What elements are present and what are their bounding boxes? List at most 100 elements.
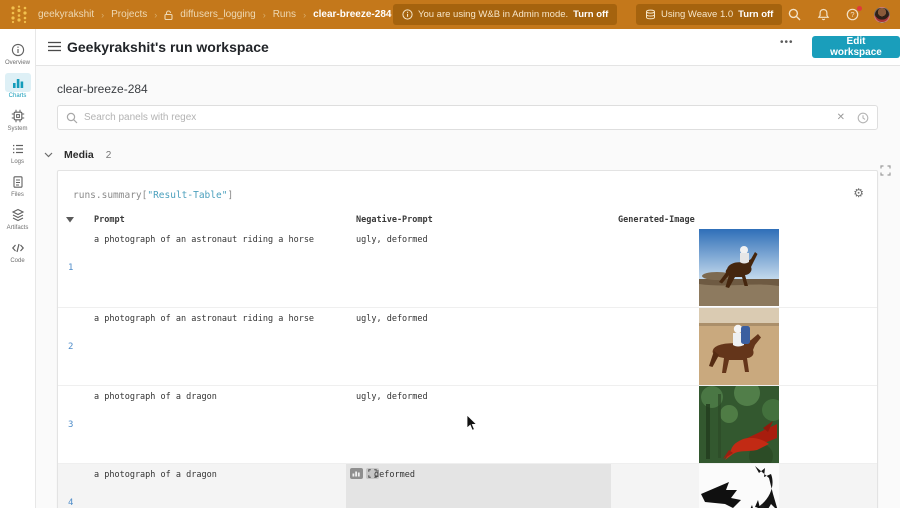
help-icon[interactable]: ?: [845, 8, 859, 22]
run-name-label: clear-breeze-284: [57, 82, 148, 96]
cpu-chip-icon: [5, 106, 31, 125]
lock-icon: [164, 10, 173, 20]
sidebar-item-logs[interactable]: Logs: [0, 139, 35, 172]
admin-turn-off-button[interactable]: Turn off: [573, 9, 608, 20]
edit-workspace-button[interactable]: Edit workspace: [812, 36, 900, 58]
breadcrumb-runs[interactable]: Runs: [273, 9, 296, 20]
negative-prompt-cell: ugly, deformed: [356, 314, 428, 324]
row-index: 2: [68, 342, 73, 352]
column-header-generated-image[interactable]: Generated-Image: [618, 215, 695, 225]
panel-title-suffix: ]: [227, 190, 233, 201]
column-header-negative-prompt[interactable]: Negative-Prompt: [356, 215, 433, 225]
sidebar-item-label: Overview: [5, 60, 30, 66]
user-avatar[interactable]: [874, 7, 890, 23]
table-row[interactable]: 2 a photograph of an astronaut riding a …: [58, 307, 877, 385]
menu-icon[interactable]: [48, 41, 61, 52]
sidebar-item-system[interactable]: System: [0, 106, 35, 139]
clear-search-icon[interactable]: ✕: [837, 112, 845, 123]
bar-chart-icon: [5, 73, 31, 92]
breadcrumb-project[interactable]: diffusers_logging: [180, 9, 255, 20]
negative-prompt-cell: ugly, deformed: [356, 392, 428, 402]
svg-text:?: ?: [850, 10, 854, 19]
page-title: Geekyrakshit's run workspace: [67, 39, 269, 55]
wandb-logo-icon[interactable]: [9, 5, 29, 24]
admin-mode-text: You are using W&B in Admin mode.: [418, 9, 568, 20]
media-section-count: 2: [106, 150, 112, 161]
history-clock-icon[interactable]: [857, 112, 869, 124]
row-index: 3: [68, 420, 73, 430]
info-circle-icon: [5, 40, 31, 59]
left-sidebar: Overview Charts System Logs Files: [0, 29, 36, 508]
more-options-button[interactable]: •••: [780, 37, 794, 48]
sidebar-item-label: System: [7, 126, 27, 132]
search-icon: [66, 112, 78, 124]
media-panel-icon[interactable]: [350, 468, 363, 479]
breadcrumb-separator: ›: [101, 10, 104, 20]
sidebar-item-label: Code: [10, 258, 24, 264]
prompt-cell: a photograph of a dragon: [94, 470, 217, 480]
code-icon: [5, 238, 31, 257]
sidebar-item-label: Artifacts: [7, 225, 29, 231]
weave-banner: Using Weave 1.0 Turn off: [636, 4, 782, 25]
table-header-row: Prompt Negative-Prompt Generated-Image: [58, 215, 877, 229]
search-panels-input[interactable]: [84, 112, 837, 123]
result-table-panel: runs.summary["Result-Table"] ⚙ Prompt Ne…: [57, 170, 878, 508]
sidebar-item-charts[interactable]: Charts: [0, 73, 35, 106]
sidebar-item-label: Logs: [11, 159, 24, 165]
weave-turn-off-button[interactable]: Turn off: [738, 9, 773, 20]
table-row[interactable]: 1 a photograph of an astronaut riding a …: [58, 229, 877, 307]
column-filter-icon[interactable]: [66, 217, 74, 223]
prompt-cell: a photograph of an astronaut riding a ho…: [94, 235, 314, 245]
row-index: 1: [68, 263, 73, 273]
column-header-prompt[interactable]: Prompt: [94, 215, 125, 225]
panel-title: runs.summary["Result-Table"]: [73, 190, 233, 201]
breadcrumb-projects[interactable]: Projects: [111, 9, 147, 20]
file-icon: [5, 172, 31, 191]
list-icon: [5, 139, 31, 158]
weave-icon: [645, 9, 656, 20]
content-area: clear-breeze-284 ✕ Media 2 runs.summary[…: [36, 66, 900, 508]
generated-image-black-dragon[interactable]: [699, 464, 779, 508]
sidebar-item-overview[interactable]: Overview: [0, 40, 35, 73]
notification-badge: [857, 6, 862, 11]
breadcrumb-user[interactable]: geekyrakshit: [38, 9, 94, 20]
table-row[interactable]: 3 a photograph of a dragon ugly, deforme…: [58, 385, 877, 463]
weave-text: Using Weave 1.0: [661, 9, 733, 20]
table-row[interactable]: 4 a photograph of a dragon deformed: [58, 463, 877, 508]
negative-prompt-cell: deformed: [374, 470, 415, 480]
app-window: geekyrakshit › Projects › diffusers_logg…: [0, 0, 900, 508]
generated-image-red-dragon-forest[interactable]: [699, 386, 779, 463]
top-navbar: geekyrakshit › Projects › diffusers_logg…: [0, 0, 900, 29]
prompt-cell: a photograph of a dragon: [94, 392, 217, 402]
sidebar-item-code[interactable]: Code: [0, 238, 35, 271]
layers-icon: [5, 205, 31, 224]
breadcrumb: geekyrakshit › Projects › diffusers_logg…: [38, 0, 391, 29]
gear-icon[interactable]: ⚙: [853, 187, 864, 199]
breadcrumb-separator: ›: [303, 10, 306, 20]
sidebar-item-label: Files: [11, 192, 24, 198]
panel-title-key: "Result-Table": [147, 190, 227, 201]
fullscreen-icon[interactable]: [880, 165, 891, 176]
breadcrumb-separator: ›: [154, 10, 157, 20]
media-section-title: Media: [64, 149, 94, 161]
breadcrumb-run-name[interactable]: clear-breeze-284: [313, 9, 391, 20]
bell-icon[interactable]: [816, 8, 830, 22]
table-body: 1 a photograph of an astronaut riding a …: [58, 229, 877, 508]
search-icon[interactable]: [787, 8, 801, 22]
sidebar-item-label: Charts: [9, 93, 27, 99]
sidebar-item-files[interactable]: Files: [0, 172, 35, 205]
alert-info-icon: [402, 9, 413, 20]
admin-mode-banner: You are using W&B in Admin mode. Turn of…: [393, 4, 617, 25]
navbar-actions: ?: [787, 0, 890, 29]
row-index: 4: [68, 498, 73, 508]
sidebar-item-artifacts[interactable]: Artifacts: [0, 205, 35, 238]
chevron-down-icon: [44, 152, 53, 158]
prompt-cell: a photograph of an astronaut riding a ho…: [94, 314, 314, 324]
panel-title-prefix: runs.summary[: [73, 190, 147, 201]
generated-image-astronaut-horse-arena[interactable]: [699, 308, 779, 385]
negative-prompt-cell: ugly, deformed: [356, 235, 428, 245]
media-section-header[interactable]: Media 2: [44, 149, 111, 161]
generated-image-astronaut-horse-desert[interactable]: [699, 229, 779, 306]
panel-search-bar: ✕: [57, 105, 878, 130]
workspace-header: Geekyrakshit's run workspace ••• Edit wo…: [36, 29, 900, 66]
